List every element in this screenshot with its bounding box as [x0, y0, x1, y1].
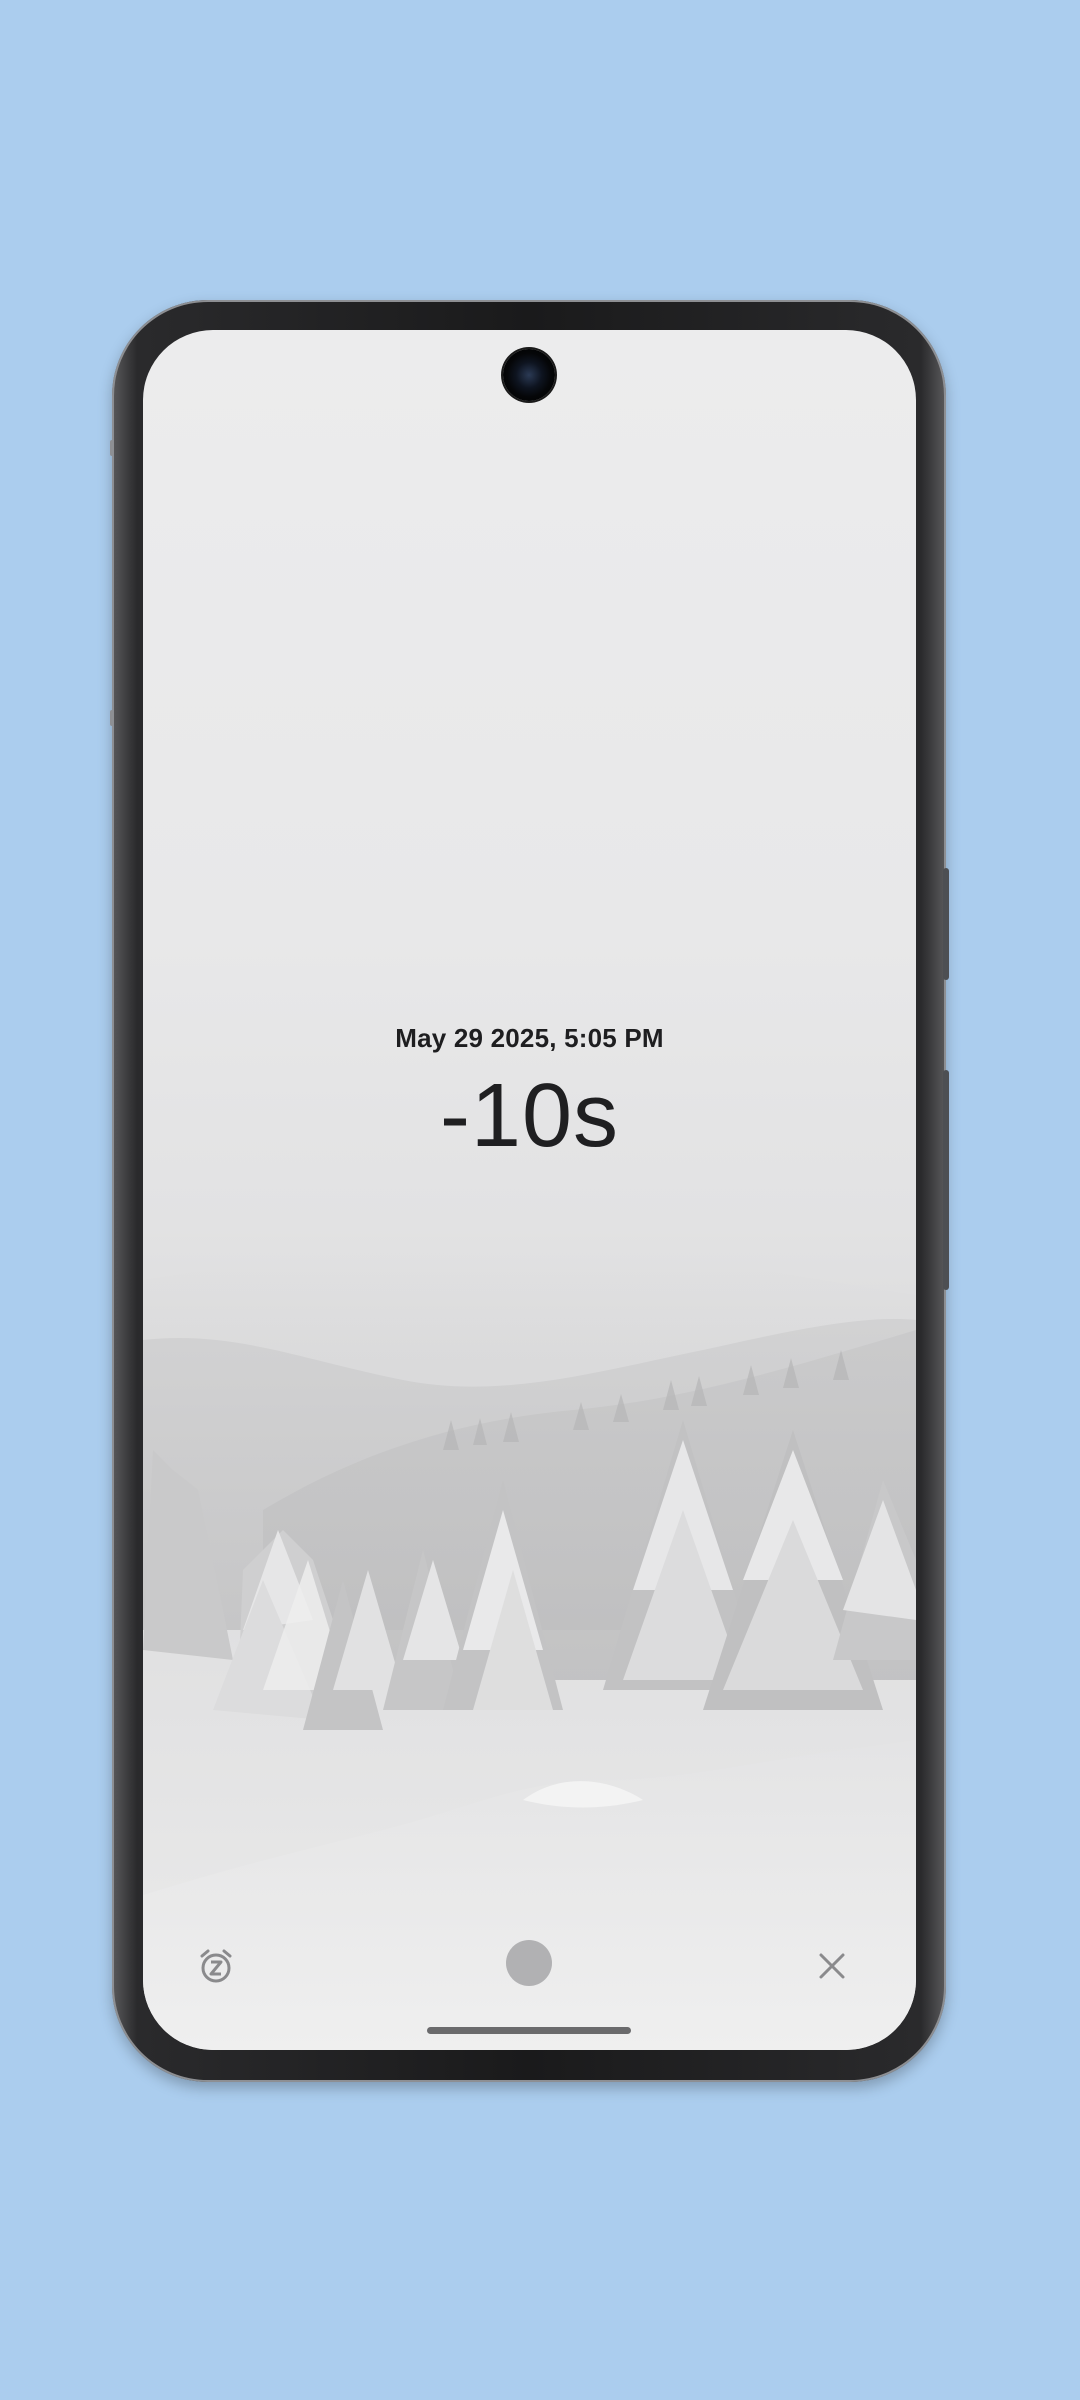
- volume-button: [943, 868, 949, 980]
- snowy-forest-wallpaper: [143, 1251, 916, 2050]
- power-button: [943, 1070, 949, 1290]
- left-side-button: [110, 440, 114, 456]
- left-side-button: [110, 710, 114, 726]
- front-camera: [503, 349, 555, 401]
- alarm-snooze-icon: [200, 1949, 232, 1983]
- alarm-datetime: May 29 2025, 5:05 PM: [395, 1023, 664, 1053]
- close-icon: [819, 1953, 845, 1979]
- snooze-button[interactable]: [190, 1940, 242, 1992]
- alarm-screen: May 29 2025, 5:05 PM -10s: [143, 330, 916, 2050]
- slide-handle[interactable]: [506, 1940, 552, 1986]
- alarm-countdown: -10s: [439, 1066, 620, 1166]
- dismiss-button[interactable]: [806, 1940, 858, 1992]
- home-indicator[interactable]: [427, 2027, 631, 2034]
